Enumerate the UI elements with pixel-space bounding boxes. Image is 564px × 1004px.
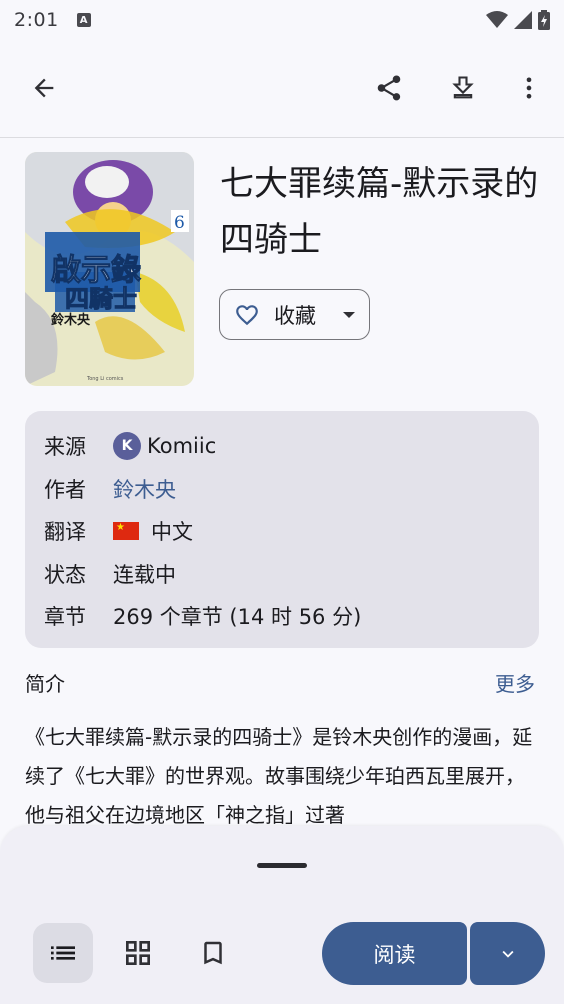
komiic-logo-icon: K: [113, 432, 141, 461]
chapters-value: 269 个章节 (14 时 56 分): [113, 605, 362, 630]
info-row-source: 来源 K Komiic: [44, 425, 539, 468]
svg-text:Tong Li comics: Tong Li comics: [86, 376, 124, 382]
dropdown-caret-icon: [343, 311, 355, 318]
language-name: 中文: [151, 520, 193, 545]
china-flag-icon: [113, 522, 139, 541]
info-value-source[interactable]: K Komiic: [113, 432, 217, 461]
favorite-label: 收藏: [274, 303, 316, 328]
info-row-author: 作者 鈴木央: [44, 468, 539, 511]
more-vert-icon: [526, 77, 532, 99]
signal-icon: [514, 11, 532, 29]
intro-header: 简介 更多: [25, 668, 535, 697]
status-bar: 2:01 A: [0, 0, 564, 40]
read-options-button[interactable]: [470, 922, 545, 985]
info-row-status: 状态 连载中: [44, 553, 539, 596]
info-key: 状态: [44, 562, 86, 587]
status-value: 连载中: [113, 562, 176, 587]
info-row-language: 翻译 中文: [44, 510, 539, 553]
svg-text:6: 6: [174, 213, 185, 233]
info-key: 作者: [44, 477, 86, 502]
read-button[interactable]: 阅读: [322, 922, 467, 985]
wifi-icon: [486, 11, 508, 28]
arrow-back-icon: [34, 78, 54, 98]
back-button[interactable]: [20, 64, 68, 112]
bookmark-icon: [204, 941, 222, 965]
list-view-button[interactable]: [33, 923, 93, 983]
more-options-button[interactable]: [505, 64, 553, 112]
info-row-chapters: 章节 269 个章节 (14 时 56 分): [44, 595, 539, 638]
svg-text:啟示錄: 啟示錄: [51, 253, 141, 288]
info-value-language: 中文: [113, 516, 193, 546]
grid-icon: [126, 941, 150, 965]
bookmark-button[interactable]: [183, 923, 243, 983]
intro-more-link[interactable]: 更多: [495, 668, 535, 697]
drag-handle[interactable]: [257, 863, 307, 868]
download-icon: [452, 76, 474, 99]
svg-text:四騎士: 四騎士: [65, 284, 137, 313]
top-app-bar: [0, 40, 564, 138]
notification-a-icon: A: [76, 13, 91, 27]
intro-heading: 简介: [25, 672, 65, 696]
grid-view-button[interactable]: [108, 923, 168, 983]
share-button[interactable]: [365, 64, 413, 112]
source-name: Komiic: [147, 434, 217, 459]
battery-icon: [538, 10, 550, 30]
favorite-button[interactable]: 收藏: [219, 289, 370, 340]
share-icon: [377, 75, 401, 101]
chevron-down-icon: [502, 950, 513, 958]
manga-cover-art: 啟示錄 四騎士 鈴木央 6 Tong Li comics: [25, 152, 194, 386]
download-button[interactable]: [439, 64, 487, 112]
info-card: 来源 K Komiic 作者 鈴木央 翻译 中文 状态 连载中 章节 269 个…: [25, 411, 539, 648]
status-icons: [486, 10, 550, 30]
info-key: 翻译: [44, 520, 86, 545]
list-icon: [51, 946, 75, 960]
info-key: 来源: [44, 435, 86, 460]
svg-text:鈴木央: 鈴木央: [51, 312, 91, 328]
heart-outline-icon: [236, 304, 258, 325]
bottom-sheet: 阅读: [0, 826, 564, 1004]
status-time: 2:01: [14, 9, 59, 31]
intro-text: 《七大罪续篇-默示录的四骑士》是铃木央创作的漫画，延续了《七大罪》的世界观。故事…: [25, 725, 533, 827]
cover-image[interactable]: 啟示錄 四騎士 鈴木央 6 Tong Li comics: [25, 152, 194, 386]
author-link[interactable]: 鈴木央: [113, 474, 176, 504]
info-key: 章节: [44, 605, 86, 630]
manga-title: 七大罪续篇-默示录的四骑士: [220, 164, 539, 260]
